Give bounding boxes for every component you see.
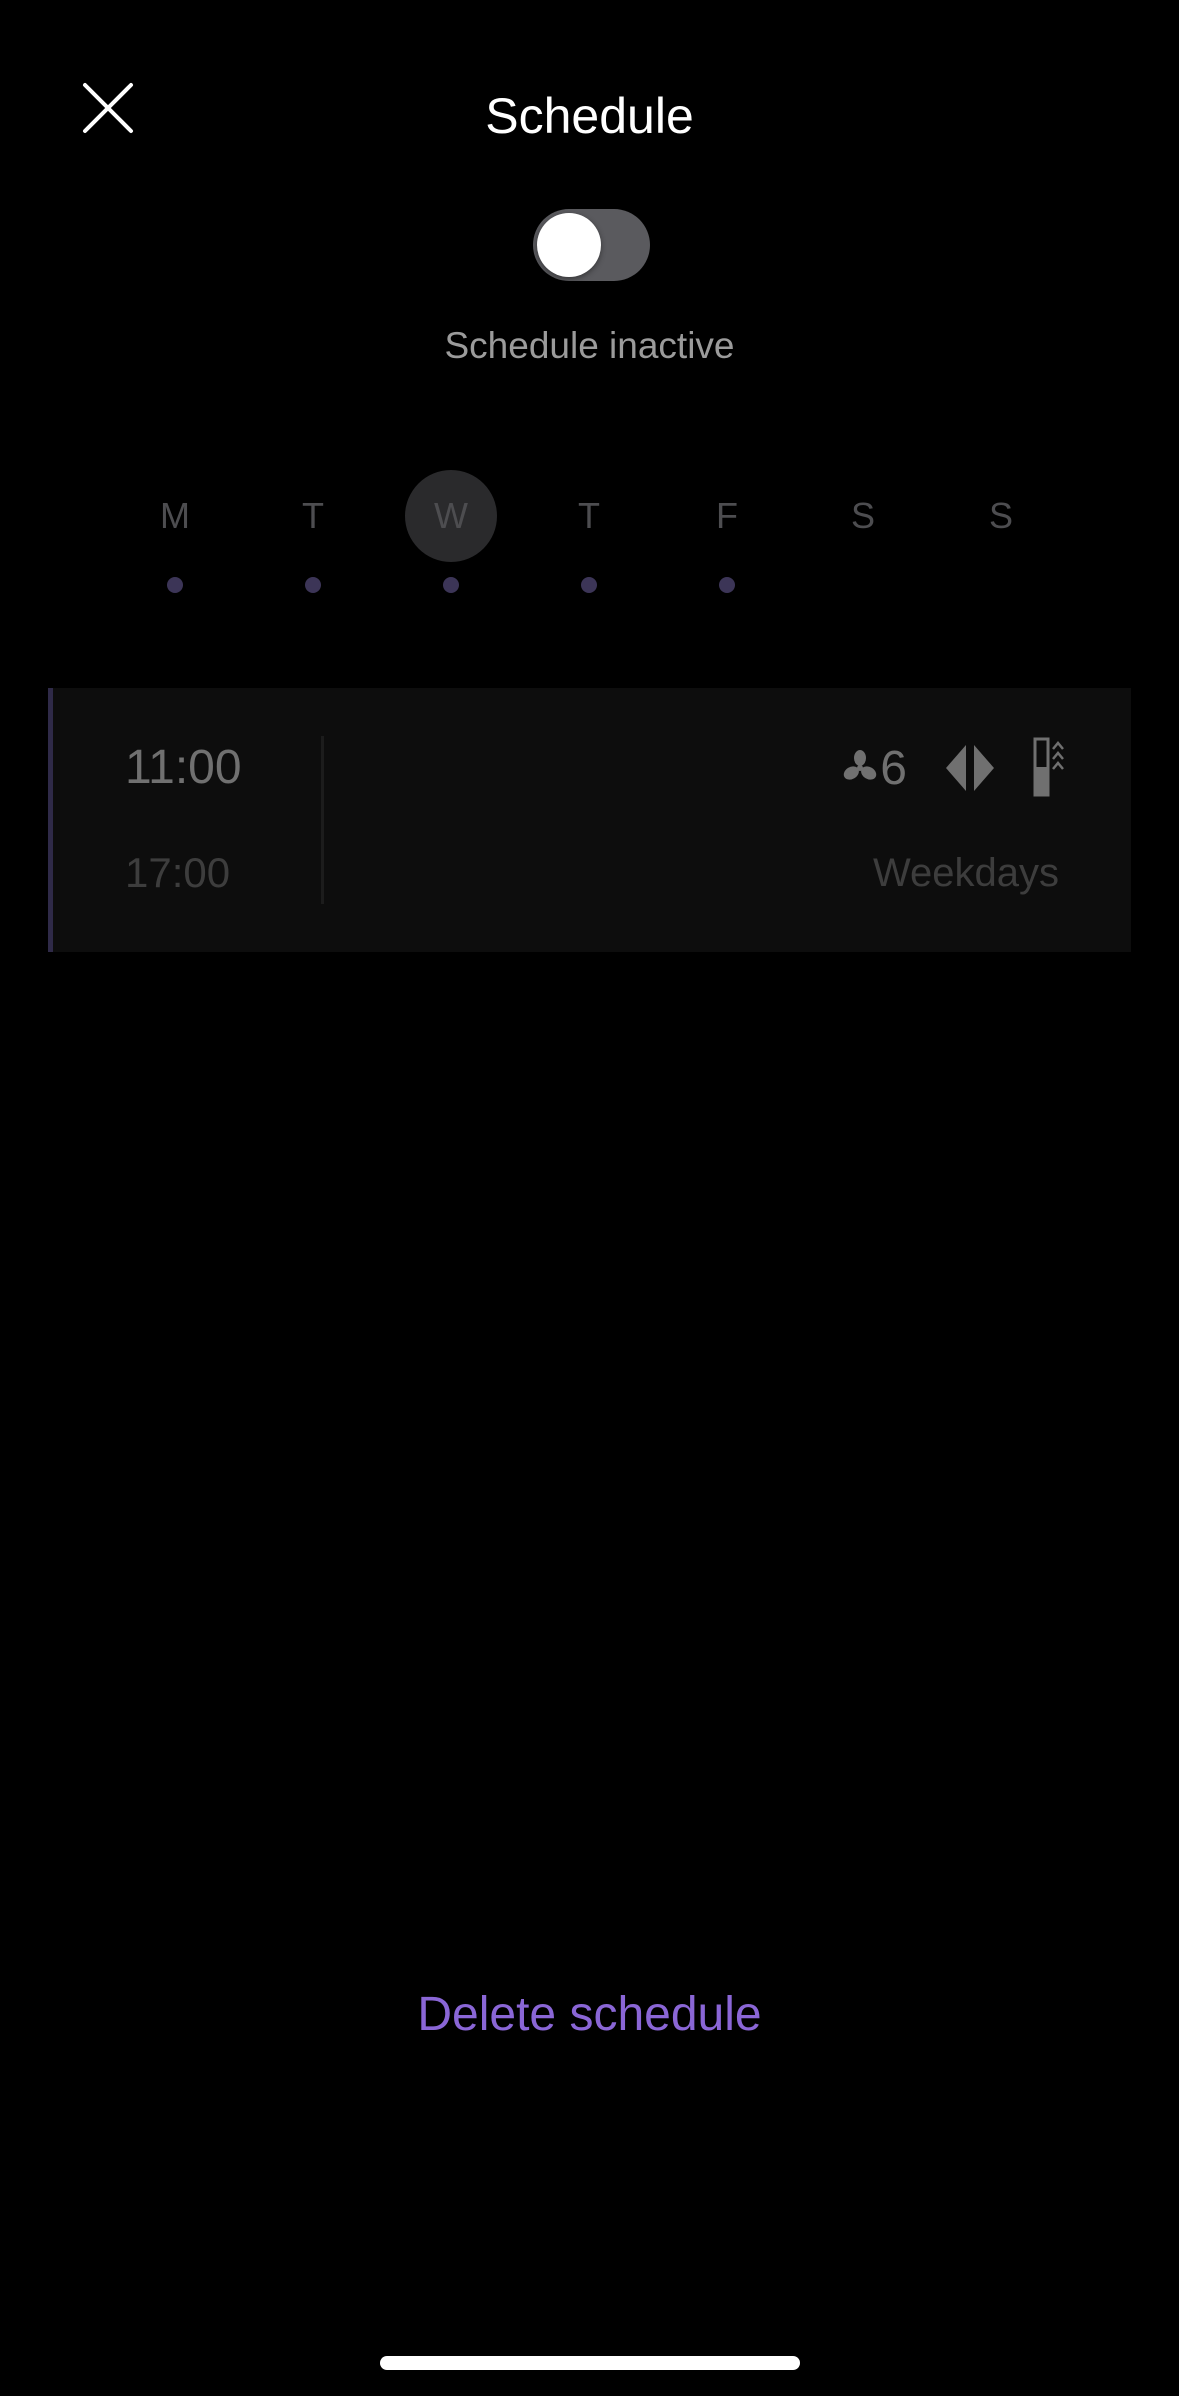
home-indicator[interactable] (380, 2356, 800, 2370)
schedule-active-toggle[interactable] (533, 209, 650, 281)
day-wednesday[interactable]: W (405, 470, 497, 600)
day-thursday[interactable]: T (543, 470, 635, 600)
day-tuesday[interactable]: T (267, 470, 359, 600)
fan-speed-value: 6 (880, 741, 907, 795)
day-label: T (578, 495, 600, 536)
day-label: W (434, 495, 468, 536)
day-friday[interactable]: F (681, 470, 773, 600)
day-selector: M T W T F S S (0, 470, 1179, 600)
fan-speed: 6 (842, 741, 907, 796)
day-label: F (716, 495, 738, 536)
day-label: T (302, 495, 324, 536)
day-label: S (988, 495, 1013, 536)
card-divider (321, 736, 324, 904)
day-label: M (160, 495, 190, 536)
day-saturday[interactable]: S (817, 470, 909, 600)
day-label: S (850, 495, 875, 536)
delete-schedule-button[interactable]: Delete schedule (0, 1984, 1179, 2046)
schedule-status-text: Schedule inactive (444, 325, 735, 366)
page-title: Schedule (485, 88, 694, 144)
day-sunday[interactable]: S (955, 470, 1047, 600)
fan-icon (844, 750, 877, 780)
schedule-dot (443, 577, 459, 593)
end-time: 17:00 (125, 849, 231, 896)
schedule-dot (581, 577, 597, 593)
repeat-days-text: Weekdays (872, 851, 1059, 895)
schedule-item-card[interactable]: 11:00 17:00 6 Weekdays (48, 688, 1131, 952)
day-monday[interactable]: M (129, 470, 221, 600)
schedule-dot (305, 577, 321, 593)
toggle-knob (537, 213, 601, 277)
oscillation-icon (946, 745, 994, 791)
heat-icon (1033, 737, 1064, 797)
schedule-dot (719, 577, 735, 593)
settings-icons: 6 (842, 733, 1067, 803)
schedule-dot (167, 577, 183, 593)
start-time: 11:00 (125, 741, 242, 794)
